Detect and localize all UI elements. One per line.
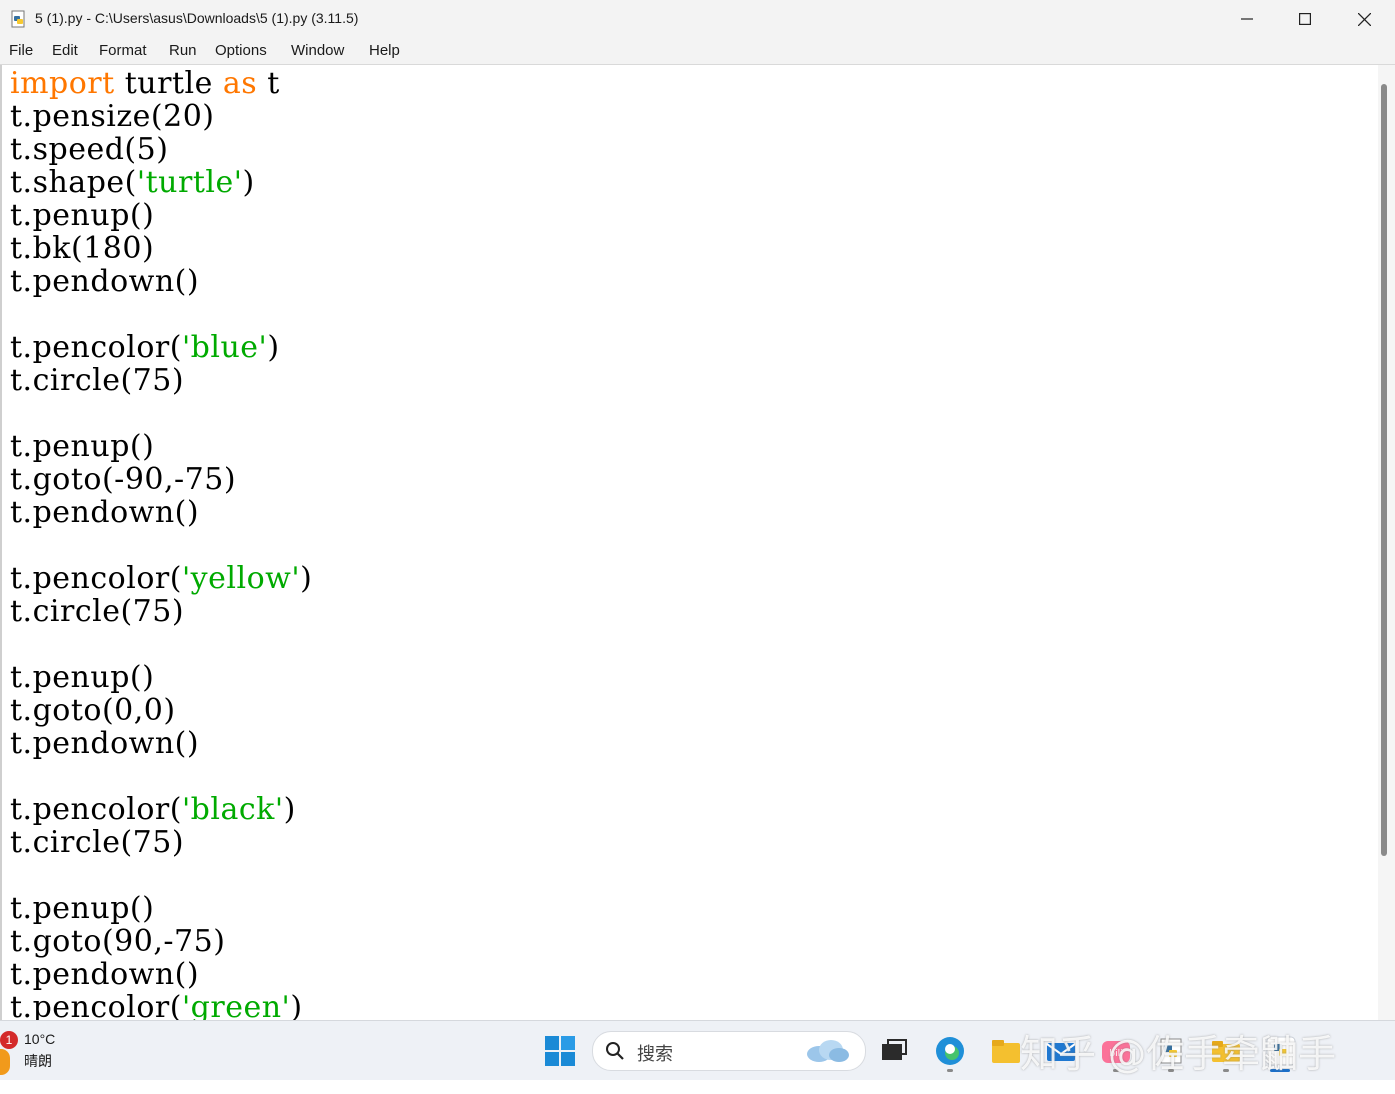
string-token: 'yellow'	[181, 561, 301, 596]
minimize-icon	[1241, 18, 1253, 20]
code-line: t.circle(75)	[10, 825, 185, 860]
string-token: 'black'	[181, 792, 284, 827]
code-line: t.pencolor('black')	[10, 793, 296, 826]
weather-badge: 1	[0, 1031, 18, 1049]
code-line: t.penup()	[10, 429, 155, 464]
code-token: turtle	[114, 66, 223, 101]
maximize-icon	[1299, 13, 1311, 25]
scrollbar-thumb[interactable]	[1381, 84, 1387, 856]
code-token: t.shape(	[10, 165, 137, 200]
code-line: t.pensize(20)	[10, 99, 215, 134]
code-token: )	[290, 990, 303, 1020]
code-line: t.circle(75)	[10, 594, 185, 629]
code-line: t.goto(0,0)	[10, 693, 176, 728]
code-line: import turtle as t	[10, 67, 280, 100]
watermark: 知乎 @佐手牵鼬手	[1020, 1032, 1337, 1076]
taskbar: 1 10°C 晴朗 搜索 bili 知乎 @佐手牵鼬手	[0, 1020, 1395, 1081]
keyword-token: as	[222, 66, 258, 101]
menu-edit[interactable]: Edit	[52, 42, 78, 59]
minimize-button[interactable]	[1218, 0, 1276, 38]
code-line: t.penup()	[10, 660, 155, 695]
code-line: t.pencolor('blue')	[10, 331, 280, 364]
string-token: 'blue'	[181, 330, 268, 365]
code-line: t.shape('turtle')	[10, 166, 255, 199]
menu-format[interactable]: Format	[99, 42, 147, 59]
code-line: t.pencolor('green')	[10, 991, 303, 1020]
string-token: 'green'	[181, 990, 291, 1020]
title-bar: 5 (1).py - C:\Users\asus\Downloads\5 (1)…	[0, 0, 1395, 38]
taskbar-search-box[interactable]: 搜索	[592, 1031, 866, 1071]
code-token: )	[283, 792, 296, 827]
code-token: )	[300, 561, 313, 596]
code-token: t.pencolor(	[10, 561, 182, 596]
search-icon	[606, 1042, 624, 1060]
code-line: t.pendown()	[10, 495, 200, 530]
running-indicator	[947, 1069, 953, 1072]
weather-condition[interactable]: 晴朗	[24, 1051, 52, 1071]
code-line: t.speed(5)	[10, 132, 169, 167]
code-token: t	[257, 66, 280, 101]
code-editor[interactable]: import turtle as t t.pensize(20) t.speed…	[0, 65, 1380, 1020]
close-icon	[1357, 12, 1371, 26]
code-line: t.penup()	[10, 891, 155, 926]
weather-temperature[interactable]: 10°C	[24, 1031, 55, 1047]
code-line: t.pendown()	[10, 264, 200, 299]
code-line: t.goto(-90,-75)	[10, 462, 237, 497]
code-line: t.penup()	[10, 198, 155, 233]
code-line: t.pendown()	[10, 957, 200, 992]
menu-bar: File Edit Format Run Options Window Help	[0, 38, 1395, 65]
menu-options[interactable]: Options	[215, 42, 267, 59]
menu-file[interactable]: File	[9, 42, 33, 59]
menu-run[interactable]: Run	[169, 42, 197, 59]
keyword-token: import	[10, 66, 115, 101]
code-token: t.pencolor(	[10, 330, 182, 365]
sun-icon	[0, 1049, 10, 1075]
code-token: t.pencolor(	[10, 792, 182, 827]
file-explorer-icon[interactable]	[990, 1035, 1022, 1067]
menu-window[interactable]: Window	[291, 42, 344, 59]
code-line: t.circle(75)	[10, 363, 185, 398]
code-line: t.bk(180)	[10, 231, 155, 266]
string-token: 'turtle'	[136, 165, 243, 200]
menu-help[interactable]: Help	[369, 42, 400, 59]
screen-bottom	[0, 1080, 1395, 1094]
code-line: t.pencolor('yellow')	[10, 562, 312, 595]
search-placeholder: 搜索	[637, 1044, 673, 1064]
code-token: t.pencolor(	[10, 990, 182, 1020]
maximize-button[interactable]	[1276, 0, 1334, 38]
code-line: t.pendown()	[10, 726, 200, 761]
python-file-icon	[11, 10, 25, 28]
cloud-icon	[807, 1040, 849, 1062]
windows-start-icon[interactable]	[544, 1035, 576, 1067]
code-token: )	[267, 330, 280, 365]
task-view-icon[interactable]	[878, 1035, 910, 1067]
code-token: )	[242, 165, 255, 200]
code-line: t.goto(90,-75)	[10, 924, 226, 959]
edge-browser-icon[interactable]	[934, 1035, 966, 1067]
close-button[interactable]	[1335, 0, 1393, 38]
window-title: 5 (1).py - C:\Users\asus\Downloads\5 (1)…	[35, 10, 359, 26]
